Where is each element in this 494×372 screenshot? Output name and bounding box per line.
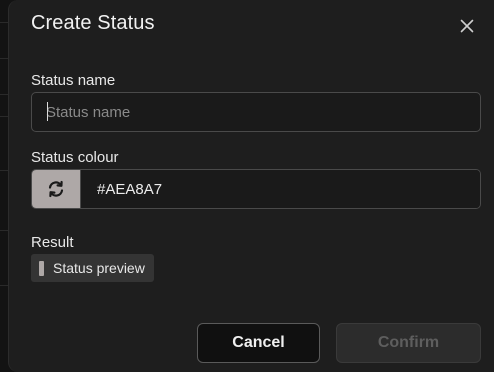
backdrop-divider [0, 230, 8, 231]
backdrop-divider [0, 285, 8, 286]
status-colour-indicator [39, 260, 44, 276]
colour-hex-input[interactable] [81, 170, 480, 208]
status-colour-label: Status colour [31, 149, 119, 166]
text-caret [47, 102, 48, 121]
dialog-title: Create Status [31, 12, 155, 34]
backdrop-divider [0, 170, 8, 171]
backdrop-divider [0, 94, 8, 95]
status-name-label: Status name [31, 72, 116, 89]
status-name-input[interactable] [31, 92, 481, 132]
backdrop-divider [0, 116, 8, 117]
create-status-dialog: Create Status Status name Status colour … [8, 0, 494, 372]
close-button[interactable] [455, 14, 479, 38]
status-colour-field [31, 169, 481, 209]
status-preview-text: Status preview [53, 260, 145, 276]
backdrop-divider [0, 58, 8, 59]
cancel-button[interactable]: Cancel [197, 323, 320, 363]
backdrop-divider [0, 22, 8, 23]
close-icon [460, 19, 474, 33]
confirm-button[interactable]: Confirm [336, 323, 481, 363]
status-preview-badge: Status preview [31, 254, 154, 282]
refresh-icon [48, 180, 64, 198]
randomize-colour-button[interactable] [32, 170, 81, 208]
result-label: Result [31, 234, 74, 251]
